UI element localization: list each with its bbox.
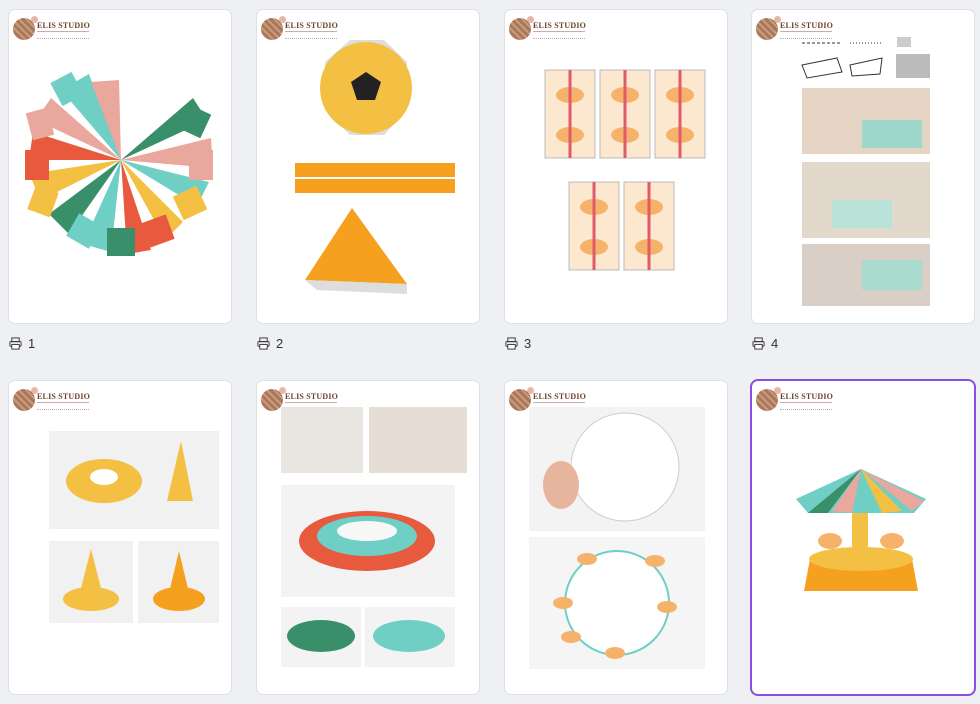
assembly-photos-art [529,407,705,669]
page-label-2: 2 [257,336,283,351]
printer-icon [752,337,765,350]
printer-icon [9,337,22,350]
page-thumbnail-4[interactable]: ELIS STUDIO [752,10,974,323]
horses-template-art [544,69,706,271]
page-thumbnail-6[interactable]: ELIS STUDIO [257,381,479,694]
page-label-1: 1 [9,336,35,351]
canopy-template-art [25,71,213,256]
assembly-photos-art [281,407,467,667]
page-thumbnail-3[interactable]: ELIS STUDIO [505,10,727,323]
printer-icon [257,337,270,350]
instructions-art [801,37,930,306]
finished-carousel-art [796,469,926,591]
page-thumbnail-8[interactable]: ELIS STUDIO [752,381,974,694]
page-thumbnail-5[interactable]: ELIS STUDIO [9,381,231,694]
page-label-4: 4 [752,336,778,351]
page-thumbnail-1[interactable]: ELIS STUDIO [9,10,231,323]
page-thumbnail-7[interactable]: ELIS STUDIO [505,381,727,694]
assembly-photos-art [49,431,219,623]
printer-icon [505,337,518,350]
page-label-3: 3 [505,336,531,351]
base-template-art [295,40,455,294]
page-thumbnail-2[interactable]: ELIS STUDIO [257,10,479,323]
